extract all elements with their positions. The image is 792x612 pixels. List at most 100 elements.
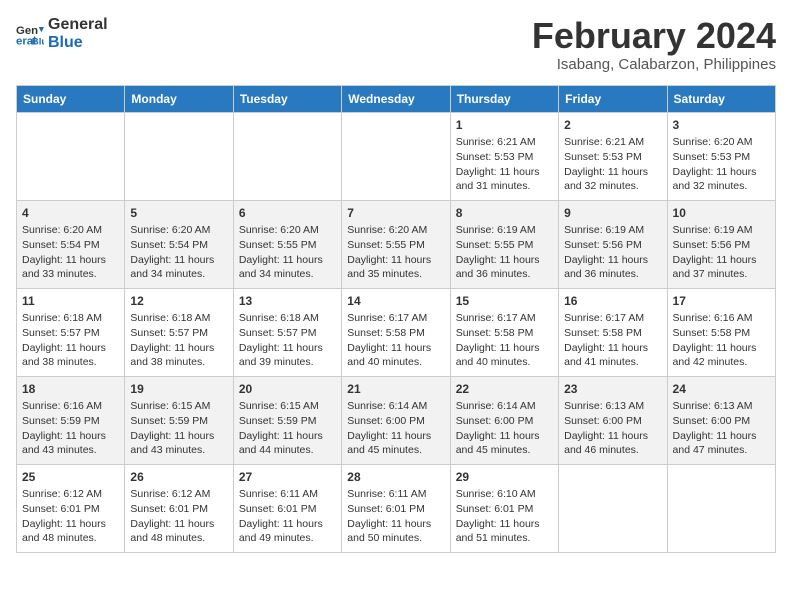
day-info: Sunrise: 6:18 AM	[239, 311, 336, 326]
day-number: 26	[130, 469, 227, 486]
day-info: Daylight: 11 hours	[456, 165, 553, 180]
day-info: Sunset: 5:53 PM	[673, 150, 770, 165]
day-info: Sunset: 5:57 PM	[22, 326, 119, 341]
day-info: Sunset: 5:55 PM	[239, 238, 336, 253]
day-info: Sunset: 5:54 PM	[130, 238, 227, 253]
day-info: Daylight: 11 hours	[456, 341, 553, 356]
day-info: Sunrise: 6:20 AM	[673, 135, 770, 150]
calendar-cell: 21Sunrise: 6:14 AMSunset: 6:00 PMDayligh…	[342, 376, 450, 464]
calendar-cell: 20Sunrise: 6:15 AMSunset: 5:59 PMDayligh…	[233, 376, 341, 464]
day-number: 20	[239, 381, 336, 398]
col-header-friday: Friday	[559, 85, 667, 112]
day-info: and 43 minutes.	[130, 443, 227, 458]
day-info: Sunrise: 6:21 AM	[456, 135, 553, 150]
calendar-cell: 9Sunrise: 6:19 AMSunset: 5:56 PMDaylight…	[559, 200, 667, 288]
day-info: and 41 minutes.	[564, 355, 661, 370]
day-info: Sunrise: 6:10 AM	[456, 487, 553, 502]
day-info: and 37 minutes.	[673, 267, 770, 282]
calendar-cell	[125, 112, 233, 200]
day-number: 28	[347, 469, 444, 486]
day-info: Daylight: 11 hours	[130, 429, 227, 444]
calendar-cell: 26Sunrise: 6:12 AMSunset: 6:01 PMDayligh…	[125, 464, 233, 552]
header: Gen eral Blue General Blue February 2024…	[16, 16, 776, 73]
day-info: Sunset: 6:00 PM	[347, 414, 444, 429]
week-row-3: 11Sunrise: 6:18 AMSunset: 5:57 PMDayligh…	[17, 288, 776, 376]
day-info: Sunrise: 6:18 AM	[22, 311, 119, 326]
logo-line1: General	[48, 16, 108, 34]
day-info: and 49 minutes.	[239, 531, 336, 546]
calendar-cell: 14Sunrise: 6:17 AMSunset: 5:58 PMDayligh…	[342, 288, 450, 376]
day-info: Sunset: 6:01 PM	[456, 502, 553, 517]
day-info: Sunrise: 6:11 AM	[347, 487, 444, 502]
day-info: and 48 minutes.	[130, 531, 227, 546]
day-info: and 32 minutes.	[564, 179, 661, 194]
day-info: Daylight: 11 hours	[564, 165, 661, 180]
day-info: Daylight: 11 hours	[456, 253, 553, 268]
week-row-2: 4Sunrise: 6:20 AMSunset: 5:54 PMDaylight…	[17, 200, 776, 288]
day-info: and 40 minutes.	[347, 355, 444, 370]
day-info: Sunrise: 6:16 AM	[22, 399, 119, 414]
day-number: 19	[130, 381, 227, 398]
day-info: Daylight: 11 hours	[347, 341, 444, 356]
day-info: Daylight: 11 hours	[130, 341, 227, 356]
day-info: Sunset: 5:58 PM	[673, 326, 770, 341]
day-info: Daylight: 11 hours	[456, 517, 553, 532]
day-number: 17	[673, 293, 770, 310]
day-info: Sunset: 5:53 PM	[564, 150, 661, 165]
calendar-cell: 15Sunrise: 6:17 AMSunset: 5:58 PMDayligh…	[450, 288, 558, 376]
day-number: 4	[22, 205, 119, 222]
col-header-sunday: Sunday	[17, 85, 125, 112]
day-info: Daylight: 11 hours	[673, 341, 770, 356]
day-info: Sunset: 6:00 PM	[673, 414, 770, 429]
day-number: 11	[22, 293, 119, 310]
day-info: Daylight: 11 hours	[673, 253, 770, 268]
calendar-subtitle: Isabang, Calabarzon, Philippines	[532, 56, 776, 73]
calendar-cell: 12Sunrise: 6:18 AMSunset: 5:57 PMDayligh…	[125, 288, 233, 376]
day-number: 18	[22, 381, 119, 398]
calendar-cell: 24Sunrise: 6:13 AMSunset: 6:00 PMDayligh…	[667, 376, 775, 464]
calendar-cell: 4Sunrise: 6:20 AMSunset: 5:54 PMDaylight…	[17, 200, 125, 288]
calendar-cell	[17, 112, 125, 200]
day-info: Daylight: 11 hours	[239, 253, 336, 268]
day-info: Sunset: 5:56 PM	[673, 238, 770, 253]
calendar-cell	[667, 464, 775, 552]
day-info: Sunrise: 6:13 AM	[673, 399, 770, 414]
day-info: Sunrise: 6:17 AM	[564, 311, 661, 326]
day-number: 14	[347, 293, 444, 310]
calendar-cell: 23Sunrise: 6:13 AMSunset: 6:00 PMDayligh…	[559, 376, 667, 464]
day-info: and 40 minutes.	[456, 355, 553, 370]
day-info: Sunrise: 6:17 AM	[456, 311, 553, 326]
day-info: Sunrise: 6:15 AM	[239, 399, 336, 414]
day-info: Daylight: 11 hours	[130, 517, 227, 532]
day-info: Daylight: 11 hours	[347, 517, 444, 532]
day-info: Daylight: 11 hours	[564, 253, 661, 268]
day-info: and 43 minutes.	[22, 443, 119, 458]
col-header-thursday: Thursday	[450, 85, 558, 112]
day-info: Sunrise: 6:19 AM	[564, 223, 661, 238]
day-info: Sunset: 5:57 PM	[130, 326, 227, 341]
day-info: Daylight: 11 hours	[347, 429, 444, 444]
day-info: Sunrise: 6:20 AM	[130, 223, 227, 238]
week-row-5: 25Sunrise: 6:12 AMSunset: 6:01 PMDayligh…	[17, 464, 776, 552]
day-number: 12	[130, 293, 227, 310]
calendar-header-row: SundayMondayTuesdayWednesdayThursdayFrid…	[17, 85, 776, 112]
day-info: Sunrise: 6:14 AM	[456, 399, 553, 414]
day-info: and 48 minutes.	[22, 531, 119, 546]
svg-text:Blue: Blue	[32, 36, 44, 47]
week-row-1: 1Sunrise: 6:21 AMSunset: 5:53 PMDaylight…	[17, 112, 776, 200]
day-number: 29	[456, 469, 553, 486]
calendar-cell: 5Sunrise: 6:20 AMSunset: 5:54 PMDaylight…	[125, 200, 233, 288]
calendar-cell: 22Sunrise: 6:14 AMSunset: 6:00 PMDayligh…	[450, 376, 558, 464]
day-number: 25	[22, 469, 119, 486]
day-number: 3	[673, 117, 770, 134]
day-info: Sunrise: 6:13 AM	[564, 399, 661, 414]
calendar-cell	[233, 112, 341, 200]
day-info: Sunset: 5:58 PM	[564, 326, 661, 341]
day-number: 13	[239, 293, 336, 310]
day-info: Sunrise: 6:16 AM	[673, 311, 770, 326]
day-info: Daylight: 11 hours	[673, 429, 770, 444]
day-number: 21	[347, 381, 444, 398]
day-info: Sunrise: 6:20 AM	[239, 223, 336, 238]
day-info: Sunrise: 6:12 AM	[130, 487, 227, 502]
day-info: Sunset: 5:56 PM	[564, 238, 661, 253]
